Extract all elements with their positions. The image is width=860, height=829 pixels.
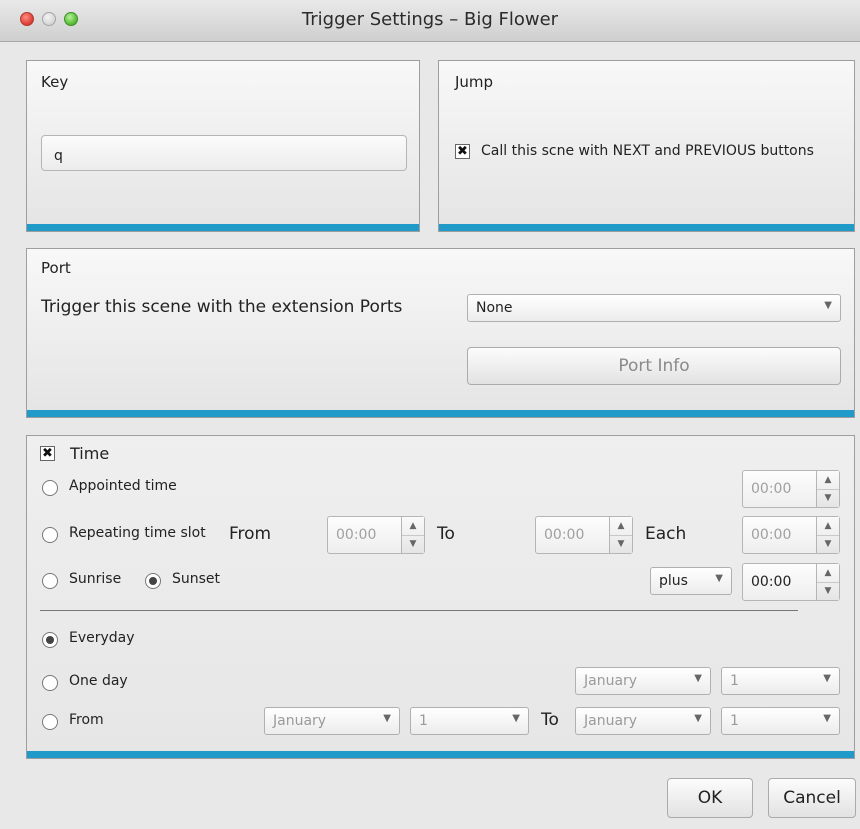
jump-checkbox-label: Call this scne with NEXT and PREVIOUS bu… — [481, 143, 814, 159]
jump-checkbox[interactable]: ✖ — [455, 144, 470, 159]
port-select[interactable]: None ▼ — [467, 294, 841, 322]
step-up-icon[interactable]: ▲ — [610, 517, 632, 536]
repeating-time-label: Repeating time slot — [69, 525, 206, 541]
one-day-day-select[interactable]: 1 ▼ — [721, 667, 840, 695]
each-time-stepper: ▲ ▼ — [816, 517, 839, 553]
one-day-radio[interactable] — [42, 675, 58, 691]
port-panel-title: Port — [41, 259, 71, 277]
offset-time-spinner[interactable]: 00:00 ▲ ▼ — [742, 563, 840, 601]
jump-panel-accent — [439, 224, 854, 231]
window-title: Trigger Settings – Big Flower — [301, 9, 559, 30]
each-label: Each — [645, 524, 687, 544]
date-range-radio[interactable] — [42, 714, 58, 730]
port-info-button[interactable]: Port Info — [467, 347, 841, 385]
from-time-value: 00:00 — [336, 527, 377, 543]
everyday-radio[interactable] — [42, 632, 58, 648]
offset-sign-select[interactable]: plus ▼ — [650, 567, 732, 595]
key-input[interactable]: q — [41, 135, 407, 171]
one-day-month-value: January — [584, 673, 638, 689]
sunrise-radio[interactable] — [42, 573, 58, 589]
jump-panel-title: Jump — [455, 73, 494, 91]
offset-time-stepper: ▲ ▼ — [816, 564, 839, 600]
key-panel-title: Key — [41, 73, 69, 91]
chevron-down-icon: ▼ — [823, 673, 831, 684]
step-up-icon[interactable]: ▲ — [817, 471, 839, 490]
from-label: From — [229, 524, 272, 544]
one-day-day-value: 1 — [730, 673, 739, 689]
chevron-down-icon: ▼ — [694, 673, 702, 684]
range-to-month-value: January — [584, 713, 638, 729]
step-down-icon[interactable]: ▼ — [402, 535, 424, 553]
one-day-label: One day — [69, 673, 128, 689]
chevron-down-icon: ▼ — [694, 713, 702, 724]
date-range-to-label: To — [541, 710, 559, 730]
step-down-icon[interactable]: ▼ — [817, 582, 839, 600]
each-time-value: 00:00 — [751, 527, 792, 543]
sunrise-label: Sunrise — [69, 571, 122, 587]
range-to-day-select[interactable]: 1 ▼ — [721, 707, 840, 735]
step-up-icon[interactable]: ▲ — [402, 517, 424, 536]
sunset-label: Sunset — [172, 571, 221, 587]
sunset-radio[interactable] — [145, 573, 161, 589]
step-down-icon[interactable]: ▼ — [817, 535, 839, 553]
range-from-day-value: 1 — [419, 713, 428, 729]
ok-button[interactable]: OK — [667, 778, 753, 818]
key-panel: Key q — [26, 60, 420, 232]
chevron-down-icon: ▼ — [823, 713, 831, 724]
everyday-label: Everyday — [69, 630, 135, 646]
port-trigger-label: Trigger this scene with the extension Po… — [41, 297, 403, 317]
port-panel: Port Trigger this scene with the extensi… — [26, 248, 855, 418]
one-day-month-select[interactable]: January ▼ — [575, 667, 711, 695]
repeating-time-radio[interactable] — [42, 527, 58, 543]
step-down-icon[interactable]: ▼ — [610, 535, 632, 553]
range-to-month-select[interactable]: January ▼ — [575, 707, 711, 735]
from-time-spinner[interactable]: 00:00 ▲ ▼ — [327, 516, 425, 554]
chevron-down-icon: ▼ — [383, 713, 391, 724]
chevron-down-icon: ▼ — [824, 300, 832, 311]
range-from-month-select[interactable]: January ▼ — [264, 707, 400, 735]
step-up-icon[interactable]: ▲ — [817, 564, 839, 583]
time-checkbox[interactable]: ✖ — [40, 446, 55, 461]
chevron-down-icon: ▼ — [715, 573, 723, 584]
cancel-button[interactable]: Cancel — [768, 778, 856, 818]
appointed-time-label: Appointed time — [69, 478, 177, 494]
key-panel-accent — [27, 224, 419, 231]
date-range-from-label: From — [69, 712, 104, 728]
time-divider — [40, 610, 798, 611]
to-label: To — [437, 524, 455, 544]
port-select-value: None — [476, 300, 513, 316]
to-time-value: 00:00 — [544, 527, 585, 543]
range-to-day-value: 1 — [730, 713, 739, 729]
each-time-spinner[interactable]: 00:00 ▲ ▼ — [742, 516, 840, 554]
chevron-down-icon: ▼ — [512, 713, 520, 724]
port-panel-accent — [27, 410, 854, 417]
range-from-month-value: January — [273, 713, 327, 729]
jump-panel: Jump ✖ Call this scne with NEXT and PREV… — [438, 60, 855, 232]
offset-time-value: 00:00 — [751, 574, 792, 590]
step-up-icon[interactable]: ▲ — [817, 517, 839, 536]
appointed-time-radio[interactable] — [42, 480, 58, 496]
appointed-time-value: 00:00 — [751, 481, 792, 497]
to-time-stepper: ▲ ▼ — [609, 517, 632, 553]
time-panel-accent — [27, 751, 854, 758]
time-checkbox-label: Time — [70, 444, 110, 463]
to-time-spinner[interactable]: 00:00 ▲ ▼ — [535, 516, 633, 554]
step-down-icon[interactable]: ▼ — [817, 489, 839, 507]
offset-sign-value: plus — [659, 573, 688, 589]
title-bar: Trigger Settings – Big Flower — [0, 0, 860, 42]
appointed-time-spinner[interactable]: 00:00 ▲ ▼ — [742, 470, 840, 508]
from-time-stepper: ▲ ▼ — [401, 517, 424, 553]
appointed-time-stepper: ▲ ▼ — [816, 471, 839, 507]
range-from-day-select[interactable]: 1 ▼ — [410, 707, 529, 735]
